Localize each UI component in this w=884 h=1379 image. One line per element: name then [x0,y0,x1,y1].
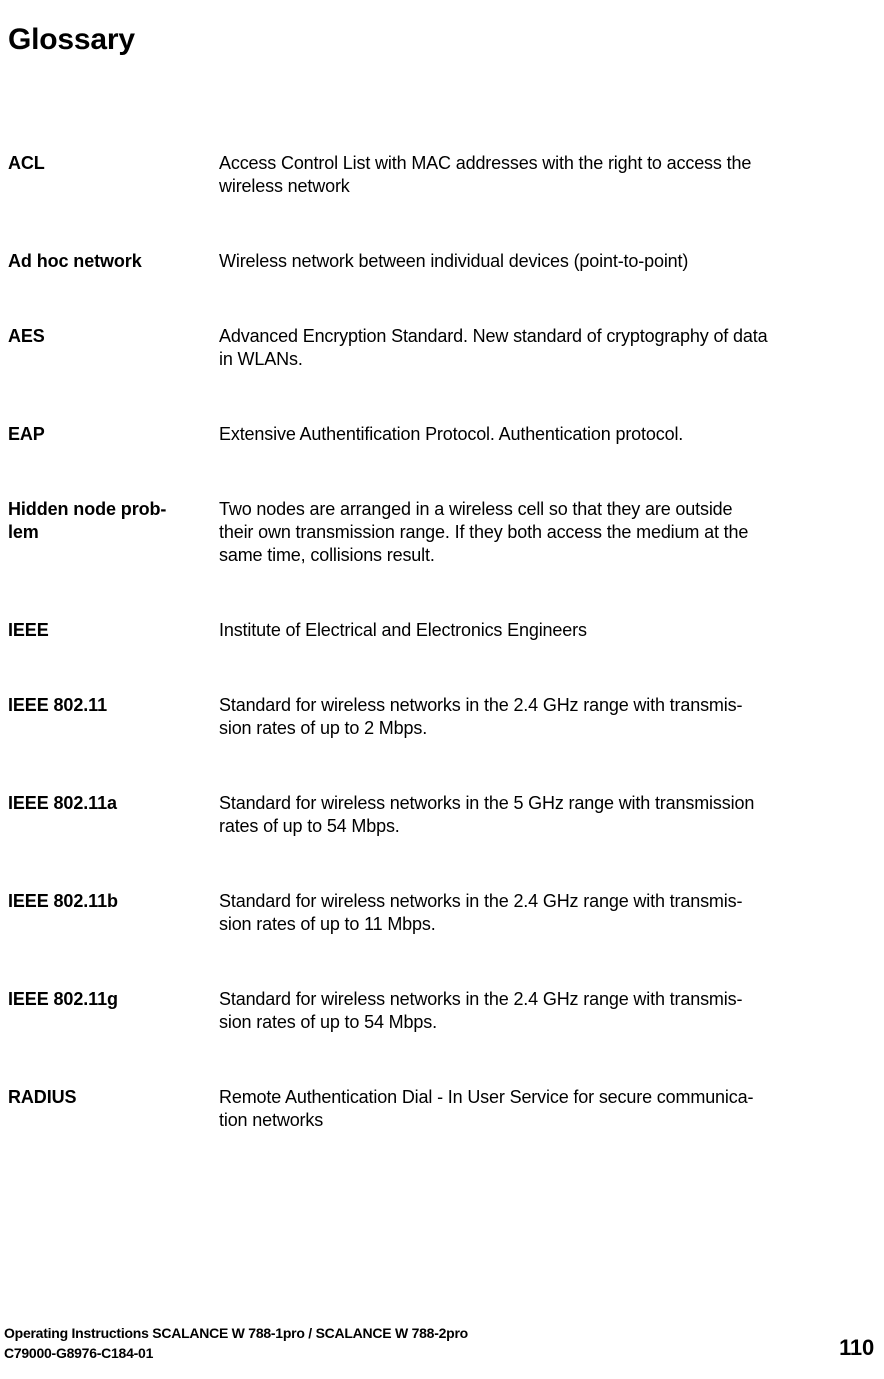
glossary-definition: Two nodes are arranged in a wireless cel… [219,498,876,567]
glossary-entry: EAP Extensive Authentification Protocol. … [0,423,884,446]
glossary-definition-line: Access Control List with MAC addresses w… [219,153,752,173]
glossary-definition-line: sion rates of up to 2 Mbps. [219,718,428,738]
glossary-term: IEEE 802.11a [0,792,219,815]
glossary-definition: Access Control List with MAC addresses w… [219,152,876,198]
glossary-definition-line: Standard for wireless networks in the 2.… [219,891,743,911]
glossary-term-line: Hidden node prob- [8,499,167,519]
glossary-definition-line: their own transmission range. If they bo… [219,522,749,542]
glossary-definition-line: Standard for wireless networks in the 2.… [219,695,743,715]
glossary-definition: Standard for wireless networks in the 2.… [219,988,876,1034]
glossary-term-line: EAP [8,424,45,444]
glossary-entry: Hidden node prob-lem Two nodes are arrang… [0,498,884,567]
glossary-definition: Standard for wireless networks in the 5 … [219,792,876,838]
footer-order-number: C79000-G8976-C184-01 [4,1345,154,1361]
glossary-term: IEEE 802.11b [0,890,219,913]
glossary-definition-line: Extensive Authentification Protocol. Aut… [219,424,684,444]
glossary-entry: IEEE 802.11b Standard for wireless networ… [0,890,884,936]
glossary-entry: IEEE 802.11a Standard for wireless networ… [0,792,884,838]
glossary-term: IEEE [0,619,219,642]
glossary-term: RADIUS [0,1086,219,1109]
glossary-definition-line: Remote Authentication Dial - In User Ser… [219,1087,754,1107]
glossary-definition-line: Institute of Electrical and Electronics … [219,620,587,640]
glossary-definition: Remote Authentication Dial - In User Ser… [219,1086,876,1132]
glossary-definition-line: Standard for wireless networks in the 5 … [219,793,755,813]
glossary-definition-line: sion rates of up to 54 Mbps. [219,1012,437,1032]
glossary-definition-line: Advanced Encryption Standard. New standa… [219,326,768,346]
glossary-definition-line: Standard for wireless networks in the 2.… [219,989,743,1009]
glossary-term: EAP [0,423,219,446]
glossary-entry: IEEE Institute of Electrical and Electron… [0,619,884,642]
glossary-term: Ad hoc network [0,250,219,273]
glossary-term: IEEE 802.11 [0,694,219,717]
glossary-definition: Wireless network between individual devi… [219,250,876,273]
glossary-definition: Institute of Electrical and Electronics … [219,619,876,642]
glossary-term: IEEE 802.11g [0,988,219,1011]
glossary-term-line: lem [8,522,39,542]
glossary-entry: Ad hoc network Wireless network between i… [0,250,884,273]
glossary-term-line: RADIUS [8,1087,77,1107]
page-number: 110 [839,1335,874,1360]
footer-document-title: Operating Instructions SCALANCE W 788-1p… [4,1325,468,1341]
glossary-entry: AES Advanced Encryption Standard. New sta… [0,325,884,371]
glossary-term: ACL [0,152,219,175]
glossary-term-line: IEEE 802.11a [8,793,117,813]
glossary-definition-line: Two nodes are arranged in a wireless cel… [219,499,733,519]
glossary-page: Glossary ACL Access Control List with MAC… [0,0,884,1379]
glossary-definition-line: tion networks [219,1110,324,1130]
glossary-term-line: IEEE 802.11g [8,989,118,1009]
glossary-entry: IEEE 802.11 Standard for wireless network… [0,694,884,740]
glossary-definition-list: ACL Access Control List with MAC addresse… [0,152,884,1184]
glossary-entry: IEEE 802.11g Standard for wireless networ… [0,988,884,1034]
glossary-term: Hidden node prob-lem [0,498,219,544]
page-title: Glossary [8,23,135,57]
glossary-term-line: ACL [8,153,45,173]
glossary-term: AES [0,325,219,348]
glossary-definition-line: sion rates of up to 11 Mbps. [219,914,436,934]
glossary-term-line: AES [8,326,45,346]
glossary-definition-line: wireless network [219,176,350,196]
glossary-definition: Standard for wireless networks in the 2.… [219,890,876,936]
glossary-definition: Advanced Encryption Standard. New standa… [219,325,876,371]
glossary-definition: Extensive Authentification Protocol. Aut… [219,423,876,446]
glossary-definition-line: same time, collisions result. [219,545,435,565]
glossary-entry: RADIUS Remote Authentication Dial - In Us… [0,1086,884,1132]
glossary-definition-line: rates of up to 54 Mbps. [219,816,400,836]
glossary-definition-line: in WLANs. [219,349,303,369]
glossary-term-line: IEEE 802.11b [8,891,118,911]
page-footer: Operating Instructions SCALANCE W 788-1p… [0,1323,884,1365]
glossary-definition: Standard for wireless networks in the 2.… [219,694,876,740]
glossary-term-line: IEEE [8,620,49,640]
glossary-term-line: Ad hoc network [8,251,142,271]
glossary-definition-line: Wireless network between individual devi… [219,251,689,271]
glossary-term-line: IEEE 802.11 [8,695,107,715]
glossary-entry: ACL Access Control List with MAC addresse… [0,152,884,198]
